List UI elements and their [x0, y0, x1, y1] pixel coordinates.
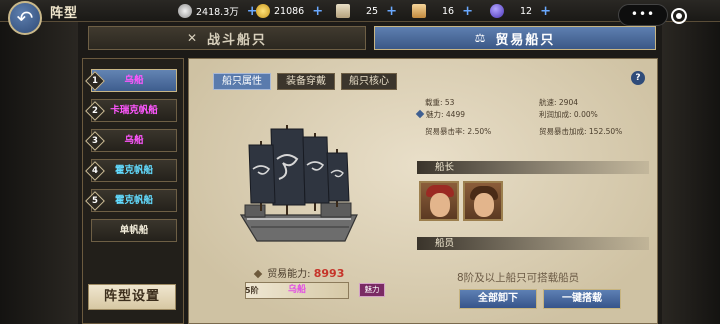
resource-value: 16: [442, 5, 455, 17]
slot-number-badge: 4: [85, 161, 105, 181]
resource-map: 16 +: [412, 3, 473, 19]
diamond-icon: [415, 109, 425, 119]
subtab-ship-core[interactable]: 船只核心: [341, 73, 397, 90]
page-title: 阵型: [50, 6, 79, 21]
close-icon[interactable]: [671, 8, 687, 24]
add-gold-button[interactable]: +: [312, 4, 323, 19]
ship-slot-label: 单帆船: [119, 225, 149, 236]
more-menu-button[interactable]: •••: [618, 4, 668, 26]
ship-list-panel: 1 乌船 2 卡瑞克帆船 3 乌船 4 霍克帆船 5 霍克帆船 单帆船 阵型设置: [82, 58, 184, 324]
resource-value: 12: [520, 5, 533, 17]
tab-label: 战斗船只: [207, 32, 268, 48]
slot-number-badge: 1: [85, 71, 105, 91]
scroll-icon: [336, 4, 350, 18]
resource-scroll: 25 +: [336, 3, 397, 19]
stat-profit-bonus: 利润加成: 0.00%: [539, 110, 598, 119]
crew-notice: 8阶及以上船只可搭载船员: [457, 272, 580, 284]
add-scroll-button[interactable]: +: [386, 4, 397, 19]
captain-portrait-1[interactable]: [419, 181, 459, 221]
top-bar: 阵型 2418.3万 + 21086 + 25 + 16 + 12 +: [0, 0, 720, 22]
back-arrow-icon: ↶: [16, 6, 34, 30]
slot-number-badge: 3: [85, 131, 105, 151]
tab-trade-ships[interactable]: ⚖ 贸易船只: [374, 26, 656, 50]
right-frame: [662, 22, 720, 324]
ship-slot-1[interactable]: 1 乌船: [85, 69, 177, 92]
stat-charm: 魅力: 4499: [415, 109, 465, 120]
subtab-ship-attributes[interactable]: 船只属性: [213, 73, 271, 90]
ship-slot-6[interactable]: 单帆船: [91, 219, 177, 242]
gold-coin-icon: [256, 4, 270, 18]
formation-settings-button[interactable]: 阵型设置: [88, 284, 176, 310]
add-map-button[interactable]: +: [462, 4, 473, 19]
ship-slot-label: 霍克帆船: [114, 195, 153, 206]
ship-slot-3[interactable]: 3 乌船: [85, 129, 177, 152]
resource-value: 2418.3万: [196, 7, 239, 18]
charm-tag: 魅力: [359, 283, 385, 297]
ship-slot-label: 卡瑞克帆船: [110, 105, 158, 116]
help-icon[interactable]: ?: [631, 71, 645, 85]
crew-section-label: 船员: [417, 237, 649, 250]
unload-all-button[interactable]: 全部卸下: [459, 289, 537, 309]
map-scroll-icon: [412, 4, 426, 18]
diamond-icon: [253, 269, 263, 279]
ship-tier: 5阶: [245, 286, 259, 295]
tab-label: 贸易船只: [495, 32, 556, 48]
trade-ability-value: 8993: [313, 267, 345, 280]
trade-ability: 贸易能力: 8993: [253, 265, 345, 280]
tab-battle-ships[interactable]: ✕ 战斗船只: [88, 26, 366, 50]
slot-number-badge: 5: [85, 191, 105, 211]
resource-gem: 12 +: [490, 3, 551, 19]
one-click-board-button[interactable]: 一键搭载: [543, 289, 621, 309]
resource-gold: 21086 +: [256, 3, 323, 19]
ship-slot-label: 霍克帆船: [114, 165, 153, 176]
ship-name-plate: 乌船: [245, 282, 349, 299]
stat-crit-bonus: 贸易暴击加成: 152.50%: [539, 127, 623, 136]
slot-number-badge: 2: [85, 101, 105, 121]
stat-capacity: 载重: 53: [425, 98, 455, 107]
ship-illustration: [239, 125, 358, 242]
stat-crit-rate: 贸易暴击率: 2.50%: [425, 127, 492, 136]
captain-section-label: 船长: [417, 161, 649, 174]
ship-slot-4[interactable]: 4 霍克帆船: [85, 159, 177, 182]
ship-slot-label: 乌船: [124, 135, 144, 146]
resource-value: 21086: [274, 5, 305, 17]
resource-value: 25: [366, 5, 379, 17]
stat-speed: 航速: 2904: [539, 98, 578, 107]
balance-scale-icon: ⚖: [474, 31, 488, 45]
back-button[interactable]: ↶: [8, 1, 42, 35]
ship-detail-panel: 船只属性 装备穿戴 船只核心 ? 载重: 53 航速: 2904 魅力: 449…: [188, 58, 658, 324]
silver-coin-icon: [178, 4, 192, 18]
ship-slot-2[interactable]: 2 卡瑞克帆船: [85, 99, 177, 122]
add-gem-button[interactable]: +: [540, 4, 551, 19]
subtab-equipment[interactable]: 装备穿戴: [277, 73, 335, 90]
crossed-swords-icon: ✕: [186, 31, 200, 45]
captain-portrait-2[interactable]: [463, 181, 503, 221]
gem-icon: [490, 4, 504, 18]
ship-slot-5[interactable]: 5 霍克帆船: [85, 189, 177, 212]
left-frame: [0, 0, 78, 324]
ship-slot-label: 乌船: [124, 75, 144, 86]
resource-silver: 2418.3万 +: [178, 3, 258, 19]
